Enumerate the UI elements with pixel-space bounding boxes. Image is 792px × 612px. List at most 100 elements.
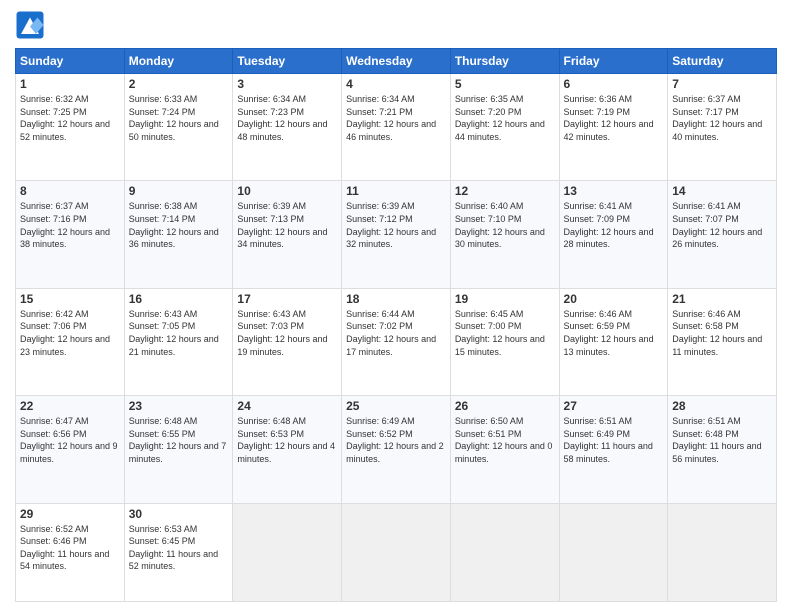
weekday-header: Tuesday (233, 49, 342, 74)
calendar-cell: 11 Sunrise: 6:39 AMSunset: 7:12 PMDayligh… (342, 181, 451, 288)
calendar-week-row: 1 Sunrise: 6:32 AMSunset: 7:25 PMDaylight… (16, 74, 777, 181)
day-number: 12 (455, 184, 555, 198)
calendar-cell: 27Sunrise: 6:51 AMSunset: 6:49 PMDayligh… (559, 396, 668, 503)
calendar-cell: 10Sunrise: 6:39 AMSunset: 7:13 PMDayligh… (233, 181, 342, 288)
day-number: 4 (346, 77, 446, 91)
calendar-cell: 15 Sunrise: 6:42 AMSunset: 7:06 PMDayligh… (16, 288, 125, 395)
day-number: 18 (346, 292, 446, 306)
day-number: 30 (129, 507, 229, 521)
day-number: 8 (20, 184, 120, 198)
weekday-header: Friday (559, 49, 668, 74)
calendar-cell: 17Sunrise: 6:43 AMSunset: 7:03 PMDayligh… (233, 288, 342, 395)
day-number: 14 (672, 184, 772, 198)
weekday-header: Sunday (16, 49, 125, 74)
cell-info: Sunrise: 6:46 AMSunset: 6:58 PMDaylight:… (672, 309, 762, 357)
calendar-cell: 25Sunrise: 6:49 AMSunset: 6:52 PMDayligh… (342, 396, 451, 503)
weekday-header: Saturday (668, 49, 777, 74)
header (15, 10, 777, 40)
day-number: 15 (20, 292, 120, 306)
calendar-cell: 24 Sunrise: 6:48 AMSunset: 6:53 PMDayligh… (233, 396, 342, 503)
cell-info: Sunrise: 6:43 AMSunset: 7:05 PMDaylight:… (129, 309, 219, 357)
day-number: 9 (129, 184, 229, 198)
day-number: 24 (237, 399, 337, 413)
cell-info: Sunrise: 6:34 AMSunset: 7:23 PMDaylight:… (237, 94, 327, 142)
cell-info: Sunrise: 6:41 AMSunset: 7:09 PMDaylight:… (564, 201, 654, 249)
calendar-cell: 12 Sunrise: 6:40 AMSunset: 7:10 PMDayligh… (450, 181, 559, 288)
cell-info: Sunrise: 6:43 AMSunset: 7:03 PMDaylight:… (237, 309, 327, 357)
cell-info: Sunrise: 6:35 AMSunset: 7:20 PMDaylight:… (455, 94, 545, 142)
cell-info: Sunrise: 6:51 AMSunset: 6:48 PMDaylight:… (672, 416, 761, 464)
cell-info: Sunrise: 6:36 AMSunset: 7:19 PMDaylight:… (564, 94, 654, 142)
day-number: 23 (129, 399, 229, 413)
calendar-cell: 23 Sunrise: 6:48 AMSunset: 6:55 PMDayligh… (124, 396, 233, 503)
calendar-cell: 13 Sunrise: 6:41 AMSunset: 7:09 PMDayligh… (559, 181, 668, 288)
calendar-cell: 8 Sunrise: 6:37 AMSunset: 7:16 PMDaylight… (16, 181, 125, 288)
calendar-cell: 14 Sunrise: 6:41 AMSunset: 7:07 PMDayligh… (668, 181, 777, 288)
calendar-header-row: SundayMondayTuesdayWednesdayThursdayFrid… (16, 49, 777, 74)
weekday-header: Monday (124, 49, 233, 74)
calendar-cell (450, 503, 559, 602)
day-number: 5 (455, 77, 555, 91)
calendar-cell (342, 503, 451, 602)
cell-info: Sunrise: 6:48 AMSunset: 6:55 PMDaylight:… (129, 416, 227, 464)
calendar-cell: 20 Sunrise: 6:46 AMSunset: 6:59 PMDayligh… (559, 288, 668, 395)
day-number: 22 (20, 399, 120, 413)
calendar-table: SundayMondayTuesdayWednesdayThursdayFrid… (15, 48, 777, 602)
calendar-cell: 9Sunrise: 6:38 AMSunset: 7:14 PMDaylight… (124, 181, 233, 288)
cell-info: Sunrise: 6:42 AMSunset: 7:06 PMDaylight:… (20, 309, 110, 357)
cell-info: Sunrise: 6:41 AMSunset: 7:07 PMDaylight:… (672, 201, 762, 249)
weekday-header: Wednesday (342, 49, 451, 74)
day-number: 7 (672, 77, 772, 91)
cell-info: Sunrise: 6:44 AMSunset: 7:02 PMDaylight:… (346, 309, 436, 357)
cell-info: Sunrise: 6:45 AMSunset: 7:00 PMDaylight:… (455, 309, 545, 357)
cell-info: Sunrise: 6:46 AMSunset: 6:59 PMDaylight:… (564, 309, 654, 357)
calendar-cell: 16 Sunrise: 6:43 AMSunset: 7:05 PMDayligh… (124, 288, 233, 395)
calendar-cell: 5 Sunrise: 6:35 AMSunset: 7:20 PMDaylight… (450, 74, 559, 181)
page: SundayMondayTuesdayWednesdayThursdayFrid… (0, 0, 792, 612)
logo (15, 10, 49, 40)
calendar-week-row: 8 Sunrise: 6:37 AMSunset: 7:16 PMDaylight… (16, 181, 777, 288)
cell-info: Sunrise: 6:50 AMSunset: 6:51 PMDaylight:… (455, 416, 553, 464)
day-number: 21 (672, 292, 772, 306)
calendar-cell: 19 Sunrise: 6:45 AMSunset: 7:00 PMDayligh… (450, 288, 559, 395)
day-number: 2 (129, 77, 229, 91)
cell-info: Sunrise: 6:37 AMSunset: 7:17 PMDaylight:… (672, 94, 762, 142)
day-number: 28 (672, 399, 772, 413)
calendar-cell: 18 Sunrise: 6:44 AMSunset: 7:02 PMDayligh… (342, 288, 451, 395)
calendar-cell: 28 Sunrise: 6:51 AMSunset: 6:48 PMDayligh… (668, 396, 777, 503)
calendar-cell: 3 Sunrise: 6:34 AMSunset: 7:23 PMDaylight… (233, 74, 342, 181)
cell-info: Sunrise: 6:33 AMSunset: 7:24 PMDaylight:… (129, 94, 219, 142)
day-number: 1 (20, 77, 120, 91)
calendar-week-row: 22 Sunrise: 6:47 AMSunset: 6:56 PMDayligh… (16, 396, 777, 503)
day-number: 20 (564, 292, 664, 306)
cell-info: Sunrise: 6:47 AMSunset: 6:56 PMDaylight:… (20, 416, 118, 464)
calendar-cell: 4Sunrise: 6:34 AMSunset: 7:21 PMDaylight… (342, 74, 451, 181)
day-number: 11 (346, 184, 446, 198)
calendar-cell: 1 Sunrise: 6:32 AMSunset: 7:25 PMDaylight… (16, 74, 125, 181)
calendar-cell (559, 503, 668, 602)
cell-info: Sunrise: 6:53 AMSunset: 6:45 PMDaylight:… (129, 524, 218, 572)
weekday-header: Thursday (450, 49, 559, 74)
cell-info: Sunrise: 6:39 AMSunset: 7:12 PMDaylight:… (346, 201, 436, 249)
day-number: 6 (564, 77, 664, 91)
cell-info: Sunrise: 6:32 AMSunset: 7:25 PMDaylight:… (20, 94, 110, 142)
day-number: 16 (129, 292, 229, 306)
calendar-cell: 29 Sunrise: 6:52 AMSunset: 6:46 PMDayligh… (16, 503, 125, 602)
cell-info: Sunrise: 6:40 AMSunset: 7:10 PMDaylight:… (455, 201, 545, 249)
day-number: 26 (455, 399, 555, 413)
day-number: 13 (564, 184, 664, 198)
cell-info: Sunrise: 6:52 AMSunset: 6:46 PMDaylight:… (20, 524, 109, 572)
day-number: 29 (20, 507, 120, 521)
day-number: 3 (237, 77, 337, 91)
logo-icon (15, 10, 45, 40)
day-number: 10 (237, 184, 337, 198)
calendar-cell: 6 Sunrise: 6:36 AMSunset: 7:19 PMDaylight… (559, 74, 668, 181)
calendar-cell: 22 Sunrise: 6:47 AMSunset: 6:56 PMDayligh… (16, 396, 125, 503)
day-number: 19 (455, 292, 555, 306)
cell-info: Sunrise: 6:48 AMSunset: 6:53 PMDaylight:… (237, 416, 335, 464)
calendar-cell: 26 Sunrise: 6:50 AMSunset: 6:51 PMDayligh… (450, 396, 559, 503)
calendar-cell: 2 Sunrise: 6:33 AMSunset: 7:24 PMDaylight… (124, 74, 233, 181)
calendar-cell (668, 503, 777, 602)
day-number: 25 (346, 399, 446, 413)
cell-info: Sunrise: 6:37 AMSunset: 7:16 PMDaylight:… (20, 201, 110, 249)
